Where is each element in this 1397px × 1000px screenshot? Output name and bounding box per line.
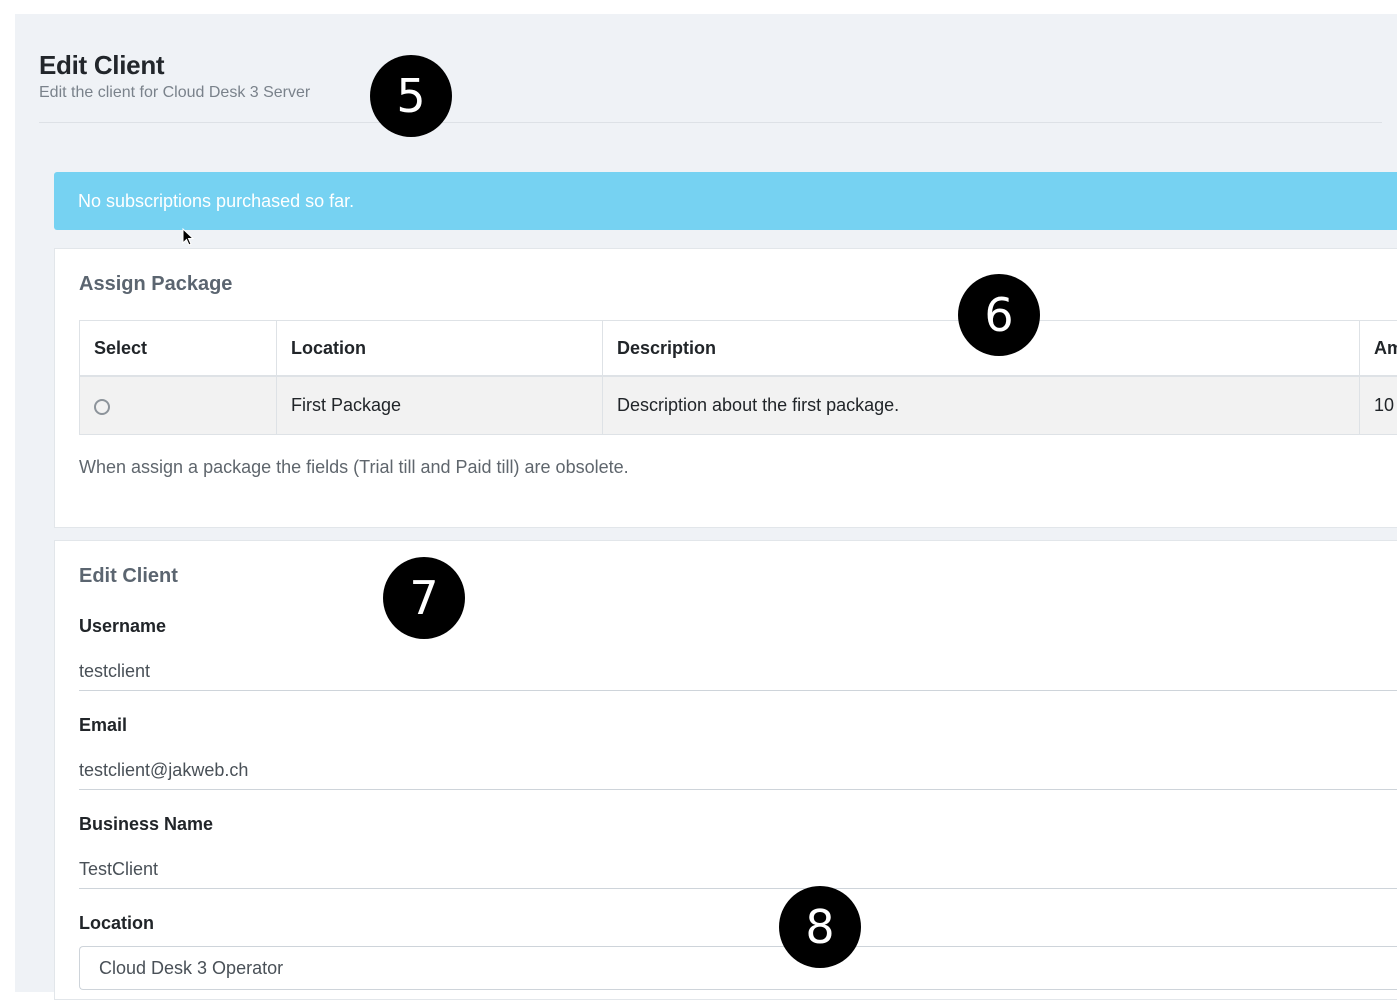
location-label: Location	[79, 913, 154, 933]
info-alert: No subscriptions purchased so far.	[54, 172, 1397, 230]
page-subtitle: Edit the client for Cloud Desk 3 Server	[39, 84, 311, 101]
business-name-field[interactable]: TestClient	[79, 849, 1397, 889]
card-title: Assign Package	[79, 273, 233, 295]
package-radio-button[interactable]	[94, 398, 110, 415]
table-row[interactable]: First Package Description about the firs…	[80, 377, 1397, 434]
business-name-label: Business Name	[79, 814, 214, 834]
callout-badge: 7	[383, 557, 465, 639]
package-table: Select Location Description Am First Pac…	[79, 320, 1397, 435]
username-label: Username	[79, 616, 167, 636]
card-title: Edit Client	[79, 565, 178, 587]
mouse-pointer-icon	[182, 228, 194, 246]
amount-cell: 10	[1359, 377, 1397, 434]
email-field[interactable]: testclient@jakweb.ch	[79, 750, 1397, 790]
column-header-amount: Am	[1359, 321, 1397, 375]
column-header-location: Location	[276, 321, 602, 375]
edit-client-card: Edit Client Username testclient Email te…	[54, 540, 1397, 1000]
assign-package-card: Assign Package Select Location Descripti…	[54, 248, 1397, 528]
help-text: When assign a package the fields (Trial …	[79, 457, 629, 477]
select-cell	[80, 377, 276, 434]
callout-badge: 8	[779, 886, 861, 968]
table-header: Select Location Description Am	[80, 321, 1397, 377]
page-title: Edit Client	[39, 50, 165, 80]
description-cell: Description about the first package.	[602, 377, 1359, 434]
callout-badge: 5	[370, 55, 452, 137]
callout-badge: 6	[958, 274, 1040, 356]
column-header-select: Select	[94, 337, 148, 358]
email-label: Email	[79, 715, 128, 735]
page-header: Edit Client Edit the client for Cloud De…	[39, 50, 1382, 123]
location-select[interactable]: Cloud Desk 3 Operator	[79, 946, 1397, 990]
location-cell: First Package	[276, 377, 602, 434]
username-field[interactable]: testclient	[79, 651, 1397, 691]
